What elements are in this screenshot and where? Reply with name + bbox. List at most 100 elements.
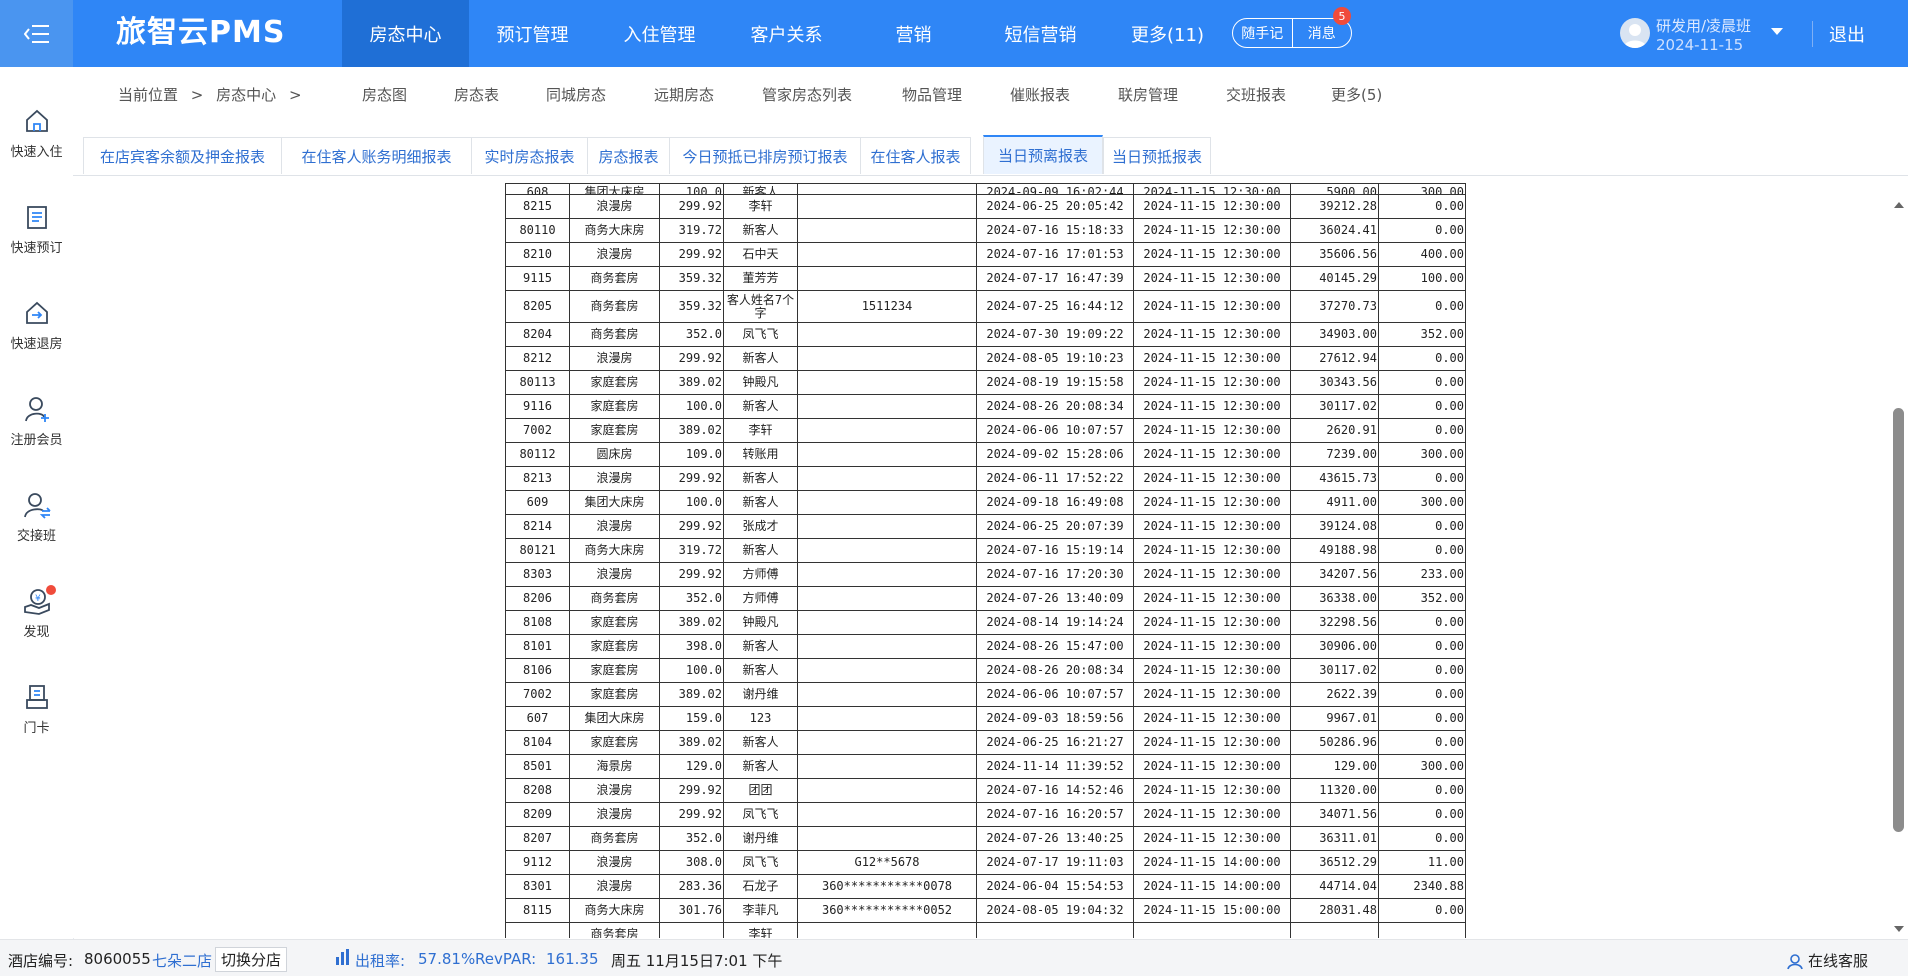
table-row: 8104 家庭套房 389.02 新客人 2024-06-25 16:21:27 2024…	[505, 730, 1466, 755]
table-cell: 400.00	[1378, 242, 1466, 267]
table-cell: 2024-09-03 18:59:56	[976, 706, 1134, 731]
table-cell: 2024-08-05 19:04:32	[976, 898, 1134, 923]
table-cell: 299.92	[659, 802, 724, 827]
subnav-item-management[interactable]: 物品管理	[902, 84, 962, 105]
scrollbar-thumb[interactable]	[1893, 408, 1904, 832]
tab-today-arrival[interactable]: 当日预抵报表	[1103, 137, 1211, 174]
sidebar-item-discover[interactable]: ¥ 发现	[0, 585, 73, 665]
scroll-up-icon[interactable]	[1893, 200, 1905, 210]
table-cell: 2024-11-15 14:00:00	[1133, 874, 1291, 899]
main-nav: 房态中心 预订管理 入住管理 客户关系 营销 短信营销 更多(11)	[342, 0, 1231, 67]
subnav-shift-report[interactable]: 交班报表	[1226, 84, 1286, 105]
tab-inhouse-guests[interactable]: 在住客人报表	[860, 137, 971, 174]
table-cell: 389.02	[659, 370, 724, 395]
table-row: 9115 商务套房 359.32 董芳芳 2024-07-17 16:47:39 2024…	[505, 266, 1466, 291]
table-cell: 圆床房	[569, 442, 660, 467]
subnav-more[interactable]: 更多(5)	[1331, 84, 1382, 105]
subnav-future-room-status[interactable]: 远期房态	[654, 84, 714, 105]
table-cell: 36338.00	[1290, 586, 1379, 611]
table-row: 8214 浪漫房 299.92 张成才 2024-06-25 20:07:39 2024-…	[505, 514, 1466, 539]
table-cell: 28031.48	[1290, 898, 1379, 923]
table-cell: 300.00	[1378, 183, 1466, 195]
tab-guest-balance-deposit[interactable]: 在店宾客余额及押金报表	[83, 137, 282, 174]
quick-actions-sidebar: 快速入住 快速预订 快速退房 注册会员 交接班 ¥ 发现 门卡	[0, 67, 74, 939]
table-cell	[797, 634, 977, 659]
nav-reservation[interactable]: 预订管理	[469, 0, 596, 67]
subnav-dunning-report[interactable]: 催账报表	[1010, 84, 1070, 105]
menu-toggle-button[interactable]	[0, 0, 73, 67]
tab-realtime-room-status[interactable]: 实时房态报表	[471, 137, 588, 174]
scroll-down-icon[interactable]	[1893, 924, 1905, 934]
online-service-button[interactable]: 在线客服	[1786, 950, 1868, 971]
subnav-room-map[interactable]: 房态图	[362, 84, 407, 105]
table-cell: 商务套房	[569, 290, 660, 323]
table-cell: 谢丹维	[723, 826, 798, 851]
table-cell: 2024-11-15 12:30:00	[1133, 418, 1291, 443]
card-icon	[25, 685, 48, 709]
subnav-room-table[interactable]: 房态表	[454, 84, 499, 105]
nav-customer[interactable]: 客户关系	[723, 0, 850, 67]
table-cell: 家庭套房	[569, 682, 660, 707]
table-cell: 2024-11-15 12:30:00	[1133, 778, 1291, 803]
subnav-city-room-status[interactable]: 同城房态	[546, 84, 606, 105]
table-cell: 2024-07-16 16:20:57	[976, 802, 1134, 827]
sidebar-item-quick-checkin[interactable]: 快速入住	[0, 105, 73, 185]
sidebar-item-quick-booking[interactable]: 快速预订	[0, 201, 73, 281]
table-cell: 家庭套房	[569, 418, 660, 443]
tab-room-status-report[interactable]: 房态报表	[587, 137, 670, 174]
sidebar-item-room-card[interactable]: 门卡	[0, 681, 73, 761]
switch-branch-button[interactable]: 切换分店	[215, 947, 288, 972]
nav-checkin[interactable]: 入住管理	[596, 0, 723, 67]
table-cell: 客人姓名7个字	[723, 290, 798, 323]
table-cell: 2340.88	[1378, 874, 1466, 899]
nav-room-status-center[interactable]: 房态中心	[342, 0, 469, 67]
table-cell: 谢丹维	[723, 682, 798, 707]
table-cell: 308.0	[659, 850, 724, 875]
nav-more[interactable]: 更多(11)	[1104, 0, 1231, 67]
user-name[interactable]: 研发用/凌晨班	[1656, 15, 1751, 36]
table-cell: 109.0	[659, 442, 724, 467]
sidebar-item-register-member[interactable]: 注册会员	[0, 393, 73, 473]
table-cell: 新客人	[723, 183, 798, 195]
table-cell: 8106	[505, 658, 570, 683]
table-cell: 30906.00	[1290, 634, 1379, 659]
nav-sms-marketing[interactable]: 短信营销	[977, 0, 1104, 67]
sidebar-item-quick-checkout[interactable]: 快速退房	[0, 297, 73, 377]
table-cell: 0.00	[1378, 826, 1466, 851]
sidebar-item-shift-handover[interactable]: 交接班	[0, 489, 73, 569]
tab-inhouse-account-detail[interactable]: 在住客人账务明细报表	[281, 137, 472, 174]
subnav-linked-rooms[interactable]: 联房管理	[1118, 84, 1178, 105]
table-cell: 608	[505, 183, 570, 195]
subnav-housekeeping-list[interactable]: 管家房态列表	[762, 84, 852, 105]
table-cell: 0.00	[1378, 538, 1466, 563]
nav-marketing[interactable]: 营销	[850, 0, 977, 67]
table-cell: 2024-11-15 12:30:00	[1133, 218, 1291, 243]
table-row: 8303 浪漫房 299.92 方师傅 2024-07-16 17:20:30 2024-…	[505, 562, 1466, 587]
table-cell: 2024-09-09 16:02:44	[976, 183, 1134, 195]
table-cell: 1511234	[797, 290, 977, 323]
table-cell: 0.00	[1378, 194, 1466, 219]
table-cell: 浪漫房	[569, 802, 660, 827]
svg-text:¥: ¥	[35, 594, 41, 604]
table-cell	[976, 922, 1134, 938]
table-cell: 2024-11-15 12:30:00	[1133, 466, 1291, 491]
table-cell: 359.32	[659, 266, 724, 291]
branch-name: 七朵二店	[152, 952, 213, 970]
breadcrumb-section[interactable]: 房态中心	[216, 86, 276, 104]
chevron-down-icon[interactable]	[1770, 27, 1784, 37]
logout-button[interactable]: 退出	[1812, 21, 1865, 47]
tab-today-arrival-assigned[interactable]: 今日预抵已排房预订报表	[669, 137, 861, 174]
table-row: 8108 家庭套房 389.02 钟殿凡 2024-08-14 19:14:24 2024…	[505, 610, 1466, 635]
table-cell: 0.00	[1378, 802, 1466, 827]
table-cell: 2024-06-06 10:07:57	[976, 418, 1134, 443]
table-cell: 0.00	[1378, 394, 1466, 419]
memo-button[interactable]: 随手记	[1233, 19, 1292, 47]
table-cell: 389.02	[659, 418, 724, 443]
table-cell: 凤飞飞	[723, 802, 798, 827]
table-cell: 0.00	[1378, 730, 1466, 755]
table-row: 8301 浪漫房 283.36 石龙子 360***********0078 2024-0…	[505, 874, 1466, 899]
tab-today-departure[interactable]: 当日预离报表	[983, 135, 1103, 174]
table-cell: 44714.04	[1290, 874, 1379, 899]
avatar[interactable]	[1620, 18, 1650, 48]
table-cell	[797, 394, 977, 419]
